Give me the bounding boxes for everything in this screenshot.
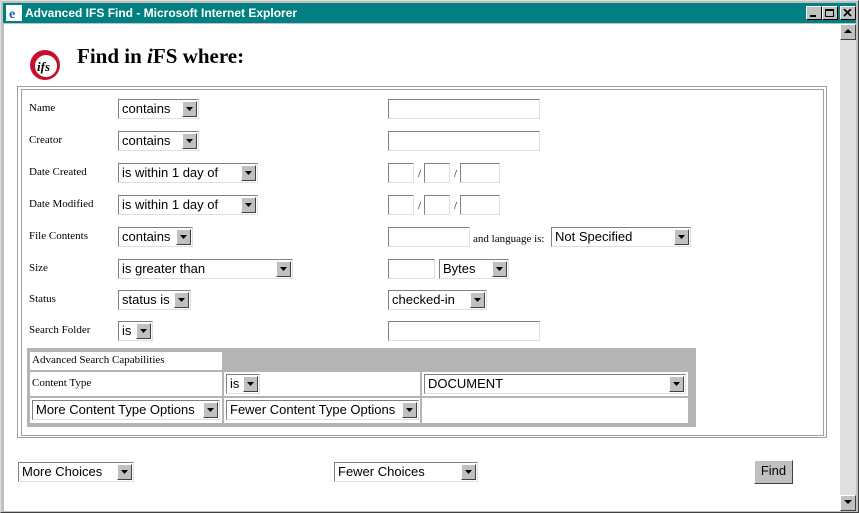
content-type-label: Content Type bbox=[32, 377, 92, 389]
svg-text:ifs: ifs bbox=[37, 59, 50, 74]
dropdown-arrow-icon bbox=[669, 376, 684, 392]
name-label: Name bbox=[29, 102, 56, 114]
date-separator: / bbox=[454, 200, 458, 212]
file-contents-input[interactable] bbox=[388, 227, 470, 247]
more-choices-select[interactable]: More Choices bbox=[18, 462, 134, 482]
status-value-select[interactable]: checked-in bbox=[388, 290, 487, 310]
dropdown-arrow-icon bbox=[136, 323, 151, 339]
dropdown-arrow-icon bbox=[470, 292, 485, 308]
search-folder-label: Search Folder bbox=[29, 324, 91, 336]
dropdown-arrow-icon bbox=[243, 376, 258, 392]
size-operator-select[interactable]: is greater than bbox=[118, 259, 293, 279]
dropdown-arrow-icon bbox=[203, 402, 218, 418]
search-folder-input[interactable] bbox=[388, 321, 540, 341]
date-modified-label: Date Modified bbox=[29, 198, 94, 210]
date-modified-day-input[interactable] bbox=[424, 195, 450, 215]
fewer-content-type-options-select[interactable]: Fewer Content Type Options bbox=[226, 400, 419, 420]
dropdown-arrow-icon bbox=[492, 261, 507, 277]
internet-explorer-icon: e bbox=[6, 5, 22, 21]
maximize-button[interactable] bbox=[822, 6, 838, 20]
date-modified-year-input[interactable] bbox=[460, 195, 500, 215]
dropdown-arrow-icon bbox=[674, 229, 689, 245]
file-contents-operator-select[interactable]: contains bbox=[118, 227, 193, 247]
date-separator: / bbox=[418, 168, 422, 180]
dropdown-arrow-icon bbox=[174, 292, 189, 308]
dropdown-arrow-icon bbox=[182, 133, 197, 149]
dropdown-arrow-icon bbox=[117, 464, 132, 480]
date-created-year-input[interactable] bbox=[460, 163, 500, 183]
size-input[interactable] bbox=[388, 259, 435, 279]
arrow-up-icon bbox=[844, 29, 852, 33]
svg-text:e: e bbox=[9, 7, 15, 21]
date-created-label: Date Created bbox=[29, 166, 87, 178]
dropdown-arrow-icon bbox=[461, 464, 476, 480]
dropdown-arrow-icon bbox=[402, 402, 417, 418]
title-bar[interactable]: e Advanced IFS Find - Microsoft Internet… bbox=[3, 3, 856, 23]
creator-input[interactable] bbox=[388, 131, 540, 151]
date-modified-operator-select[interactable]: is within 1 day of bbox=[118, 195, 258, 215]
arrow-down-icon bbox=[844, 500, 852, 504]
file-contents-label: File Contents bbox=[29, 230, 88, 242]
size-label: Size bbox=[29, 262, 48, 274]
vertical-scrollbar[interactable] bbox=[840, 24, 856, 511]
date-created-month-input[interactable] bbox=[388, 163, 414, 183]
find-button[interactable]: Find bbox=[754, 460, 793, 484]
creator-operator-select[interactable]: contains bbox=[118, 131, 199, 151]
dropdown-arrow-icon bbox=[176, 229, 191, 245]
status-operator-select[interactable]: status is bbox=[118, 290, 191, 310]
search-folder-operator-select[interactable]: is bbox=[118, 321, 153, 341]
close-icon bbox=[843, 9, 852, 17]
close-button[interactable] bbox=[840, 6, 856, 20]
page-title: Find in iFS where: bbox=[77, 44, 245, 68]
language-label: and language is: bbox=[473, 233, 545, 245]
status-label: Status bbox=[29, 293, 56, 305]
scroll-up-button[interactable] bbox=[840, 24, 856, 40]
date-separator: / bbox=[418, 200, 422, 212]
dropdown-arrow-icon bbox=[276, 261, 291, 277]
window-title: Advanced IFS Find - Microsoft Internet E… bbox=[25, 6, 298, 20]
dropdown-arrow-icon bbox=[241, 197, 256, 213]
dropdown-arrow-icon bbox=[182, 101, 197, 117]
content-type-operator-select[interactable]: is bbox=[226, 374, 260, 394]
date-created-operator-select[interactable]: is within 1 day of bbox=[118, 163, 258, 183]
name-operator-select[interactable]: contains bbox=[118, 99, 199, 119]
advanced-heading-cell: Advanced Search Capabilities bbox=[30, 352, 222, 370]
more-content-type-options-select[interactable]: More Content Type Options bbox=[32, 400, 220, 420]
minimize-icon bbox=[810, 15, 816, 17]
date-separator: / bbox=[454, 168, 458, 180]
maximize-icon bbox=[825, 9, 834, 17]
content-type-label-cell: Content Type bbox=[30, 372, 222, 396]
content-type-value-select[interactable]: DOCUMENT bbox=[424, 374, 686, 394]
minimize-button[interactable] bbox=[806, 6, 822, 20]
date-created-day-input[interactable] bbox=[424, 163, 450, 183]
creator-label: Creator bbox=[29, 134, 62, 146]
scroll-down-button[interactable] bbox=[840, 495, 856, 511]
size-unit-select[interactable]: Bytes bbox=[439, 259, 509, 279]
date-modified-month-input[interactable] bbox=[388, 195, 414, 215]
fewer-choices-select[interactable]: Fewer Choices bbox=[334, 462, 478, 482]
language-select[interactable]: Not Specified bbox=[551, 227, 691, 247]
empty-cell bbox=[422, 398, 688, 423]
name-input[interactable] bbox=[388, 99, 540, 119]
advanced-search-heading: Advanced Search Capabilities bbox=[32, 354, 165, 366]
ifs-logo: ifs bbox=[30, 50, 60, 80]
dropdown-arrow-icon bbox=[241, 165, 256, 181]
